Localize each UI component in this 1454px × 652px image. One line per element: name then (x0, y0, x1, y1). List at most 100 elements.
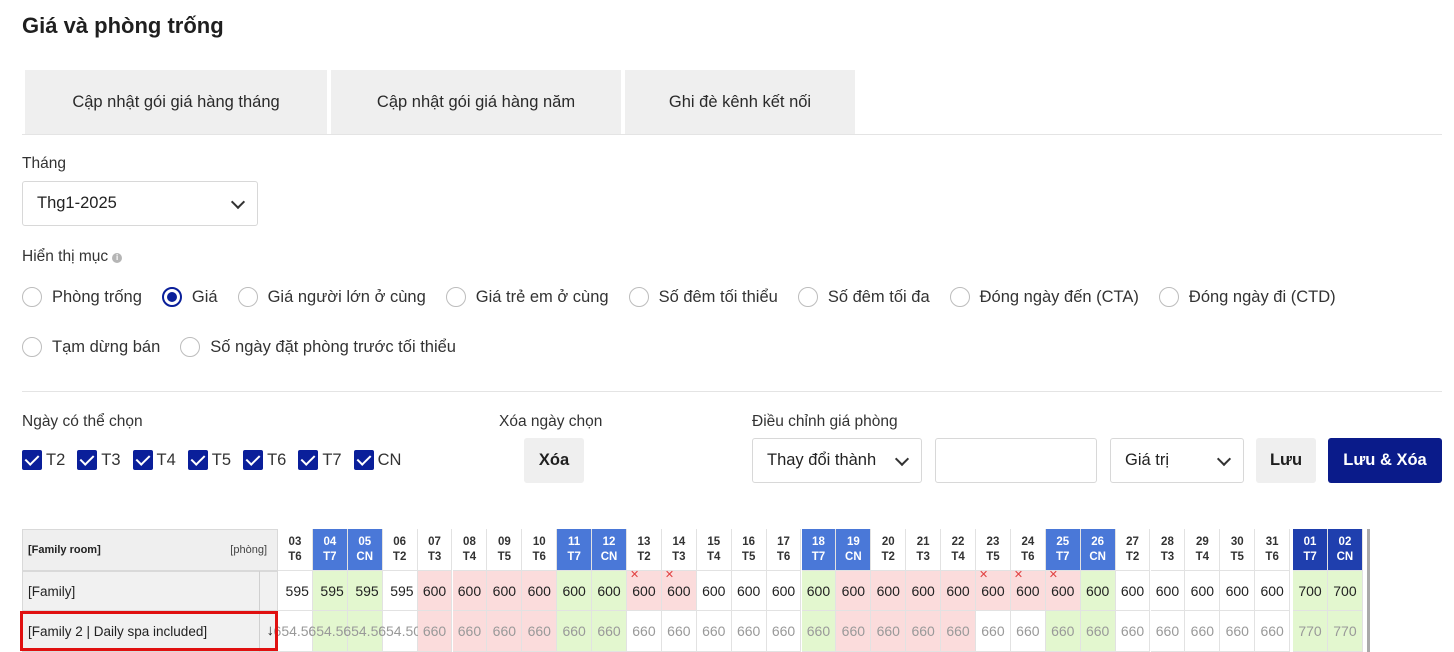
rate-cell[interactable]: 600 (871, 571, 907, 611)
date-header[interactable]: 02 CN (1328, 529, 1363, 571)
rate-cell[interactable]: 595 (278, 571, 313, 611)
rate-cell[interactable]: 600 (906, 571, 942, 611)
date-header[interactable]: 20 T2 (871, 529, 907, 571)
day-checkbox-t4[interactable]: T4 (132, 450, 176, 470)
rate-cell[interactable]: 660 (1150, 611, 1186, 652)
date-header[interactable]: 12 CN (592, 529, 627, 571)
tab-yearly[interactable]: Cập nhật gói giá hàng năm (331, 70, 621, 134)
rate-cell[interactable]: 600 (1080, 571, 1116, 611)
day-checkbox-t2[interactable]: T2 (22, 450, 65, 470)
rate-cell[interactable]: 660 (417, 611, 453, 652)
rate-cell[interactable]: 700 (1328, 571, 1363, 611)
rate-plan-family[interactable]: [Family] (22, 571, 278, 611)
rate-cell[interactable]: 660 (557, 611, 593, 652)
rate-cell[interactable]: 600 (1185, 571, 1221, 611)
date-header[interactable]: 23 T5 (976, 529, 1011, 571)
rate-cell[interactable]: 660 (1080, 611, 1116, 652)
rate-cell[interactable]: 660 (661, 611, 697, 652)
date-header[interactable]: 05 CN (347, 529, 383, 571)
day-checkbox-t6[interactable]: T6 (243, 450, 286, 470)
rate-cell[interactable]: 600 (1150, 571, 1186, 611)
rate-cell[interactable]: 654.50 (378, 611, 421, 652)
rate-cell[interactable]: 660 (766, 611, 802, 652)
rate-cell[interactable]: 660 (1010, 611, 1046, 652)
month-select[interactable]: Thg1-2025 (22, 181, 258, 226)
date-header[interactable]: 25 T7 (1045, 529, 1081, 571)
adjust-value-input[interactable] (935, 438, 1097, 483)
rate-cell[interactable]: 600 (1255, 571, 1291, 611)
rate-cell[interactable]: 600 (941, 571, 976, 611)
date-header[interactable]: 26 CN (1080, 529, 1116, 571)
day-checkbox-cn[interactable]: CN (353, 450, 401, 470)
date-header[interactable]: 08 T4 (452, 529, 488, 571)
rate-cell[interactable]: 595 (312, 571, 348, 611)
rate-cell[interactable]: 600 (836, 571, 872, 611)
radio-adult-price[interactable]: Giá người lớn ở cùng (237, 287, 426, 307)
rate-cell[interactable]: 660 (871, 611, 907, 652)
rate-cell[interactable]: 660 (1045, 611, 1081, 652)
radio-ctd[interactable]: Đóng ngày đi (CTD) (1158, 287, 1336, 307)
rate-cell[interactable]: 600 (1115, 571, 1151, 611)
rate-cell[interactable]: 660 (696, 611, 732, 652)
date-header[interactable]: 18 T7 (801, 529, 837, 571)
date-header[interactable]: 13 T2 (627, 529, 662, 571)
rate-cell[interactable]: 660 (836, 611, 872, 652)
adjust-unit-select[interactable]: Giá trị (1110, 438, 1244, 483)
date-header[interactable]: 15 T4 (696, 529, 732, 571)
rate-cell[interactable]: 600 ✕ (661, 569, 697, 611)
rate-cell[interactable]: 660 (1220, 611, 1256, 652)
rate-cell[interactable]: 600 (557, 571, 593, 611)
rate-cell[interactable]: 660 (627, 611, 662, 652)
rate-cell[interactable]: 600 ✕ (627, 569, 662, 611)
rate-cell[interactable]: 600 (592, 571, 627, 611)
date-header[interactable]: 24 T6 (1010, 529, 1046, 571)
day-checkbox-t3[interactable]: T3 (77, 450, 121, 470)
rate-cell[interactable]: 770 (1293, 611, 1328, 652)
date-header[interactable]: 14 T3 (661, 529, 697, 571)
rate-cell[interactable]: 600 (801, 571, 837, 611)
radio-min-nights[interactable]: Số đêm tối thiểu (628, 287, 778, 307)
rate-plan-family-2[interactable]: [Family 2 | Daily spa included] ↓ (22, 611, 278, 652)
day-checkbox-t7[interactable]: T7 (298, 450, 342, 470)
date-header[interactable]: 04 T7 (312, 529, 348, 571)
day-checkbox-t5[interactable]: T5 (187, 450, 231, 470)
radio-cta[interactable]: Đóng ngày đến (CTA) (949, 287, 1139, 307)
radio-availability[interactable]: Phòng trống (22, 287, 142, 307)
radio-child-price[interactable]: Giá trẻ em ở cùng (445, 287, 609, 307)
date-header[interactable]: 01 T7 (1293, 529, 1328, 571)
date-header[interactable]: 03 T6 (278, 529, 313, 571)
rate-cell[interactable]: 660 (976, 611, 1011, 652)
save-clear-button[interactable]: Lưu & Xóa (1328, 438, 1442, 483)
rate-cell[interactable]: 660 (1185, 611, 1221, 652)
date-header[interactable]: 19 CN (836, 529, 872, 571)
save-button[interactable]: Lưu (1256, 438, 1316, 483)
rate-cell[interactable]: 660 (731, 611, 767, 652)
date-header[interactable]: 07 T3 (417, 529, 453, 571)
radio-max-nights[interactable]: Số đêm tối đa (797, 287, 930, 307)
rate-cell[interactable]: 660 (1115, 611, 1151, 652)
adjust-mode-select[interactable]: Thay đổi thành (752, 438, 922, 483)
radio-stop-sell[interactable]: Tạm dừng bán (22, 337, 160, 357)
rate-cell[interactable]: 600 (696, 571, 732, 611)
date-header[interactable]: 17 T6 (766, 529, 802, 571)
date-header[interactable]: 27 T2 (1115, 529, 1151, 571)
rate-cell[interactable]: 660 (487, 611, 523, 652)
rate-cell[interactable]: 660 (1255, 611, 1291, 652)
rate-cell[interactable]: 600 (1220, 571, 1256, 611)
rate-cell[interactable]: 660 (522, 611, 558, 652)
rate-cell[interactable]: 600 (522, 571, 558, 611)
date-header[interactable]: 11 T7 (557, 529, 593, 571)
date-header[interactable]: 06 T2 (382, 529, 418, 571)
rate-cell[interactable]: 600 (417, 571, 453, 611)
date-header[interactable]: 21 T3 (906, 529, 942, 571)
rate-cell[interactable]: 600 ✕ (1045, 569, 1081, 611)
rate-cell[interactable]: 600 (731, 571, 767, 611)
rate-cell[interactable]: 660 (941, 611, 976, 652)
tab-channel-override[interactable]: Ghi đè kênh kết nối (625, 70, 855, 134)
rate-cell[interactable]: 600 ✕ (1010, 569, 1046, 611)
rate-cell[interactable]: 600 (766, 571, 802, 611)
date-header[interactable]: 10 T6 (522, 529, 558, 571)
clear-button[interactable]: Xóa (524, 438, 584, 483)
rate-cell[interactable]: 660 (801, 611, 837, 652)
date-header[interactable]: 22 T4 (941, 529, 976, 571)
